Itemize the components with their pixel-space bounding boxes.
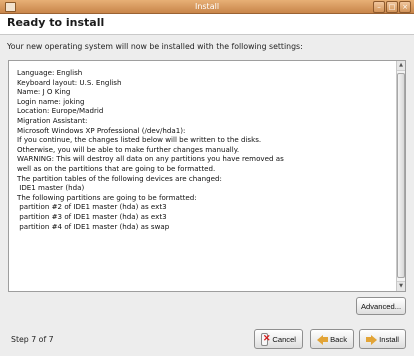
summary-line: well as on the partitions that are going… <box>17 163 216 173</box>
settings-summary[interactable]: Language: English Keyboard layout: U.S. … <box>8 60 406 292</box>
intro-text: Your new operating system will now be in… <box>7 42 303 51</box>
summary-line: The following partitions are going to be… <box>17 192 197 202</box>
step-indicator: Step 7 of 7 <box>11 335 54 344</box>
install-button[interactable]: Install <box>359 329 406 349</box>
summary-line: If you continue, the changes listed belo… <box>17 135 262 145</box>
summary-line: Otherwise, you will be able to make furt… <box>17 144 240 154</box>
summary-line: partition #4 of IDE1 master (hda) as swa… <box>17 221 170 231</box>
summary-line: Login name: joking <box>17 96 85 106</box>
back-button[interactable]: Back <box>310 329 354 349</box>
page-header: Ready to install <box>0 14 414 35</box>
summary-text: Language: English Keyboard layout: U.S. … <box>17 68 391 287</box>
window-title: Install <box>194 2 220 11</box>
summary-line: Name: J O King <box>17 87 71 97</box>
forward-arrow-icon <box>366 334 378 345</box>
install-label: Install <box>379 334 399 344</box>
close-icon[interactable]: × <box>399 1 411 13</box>
summary-line: partition #3 of IDE1 master (hda) as ext… <box>17 211 167 221</box>
cancel-icon <box>261 332 271 346</box>
page-title: Ready to install <box>7 16 105 29</box>
summary-scrollbar[interactable]: ▲ ▼ <box>396 61 405 291</box>
summary-line: Migration Assistant: <box>17 115 88 125</box>
summary-line: The partition tables of the following de… <box>17 173 222 183</box>
back-label: Back <box>330 334 347 344</box>
cancel-button[interactable]: Cancel <box>254 329 303 349</box>
cancel-label: Cancel <box>272 334 296 344</box>
summary-line: WARNING: This will destroy all data on a… <box>17 154 284 164</box>
summary-line: Microsoft Windows XP Professional (/dev/… <box>17 125 186 135</box>
advanced-button[interactable]: Advanced... <box>356 297 406 315</box>
summary-line: IDE1 master (hda) <box>17 183 85 193</box>
scroll-down-arrow-icon[interactable]: ▼ <box>397 281 405 291</box>
advanced-label: Advanced... <box>360 301 402 311</box>
summary-line: Language: English <box>17 68 83 77</box>
summary-line: partition #2 of IDE1 master (hda) as ext… <box>17 202 167 212</box>
maximize-icon[interactable]: □ <box>386 1 398 13</box>
scroll-up-arrow-icon[interactable]: ▲ <box>397 61 405 71</box>
summary-line: Location: Europe/Madrid <box>17 106 104 116</box>
scroll-thumb[interactable] <box>397 73 405 278</box>
summary-line: Keyboard layout: U.S. English <box>17 77 122 87</box>
back-arrow-icon <box>317 334 329 345</box>
title-bar: Install – □ × <box>0 0 414 14</box>
minimize-icon[interactable]: – <box>373 1 385 13</box>
